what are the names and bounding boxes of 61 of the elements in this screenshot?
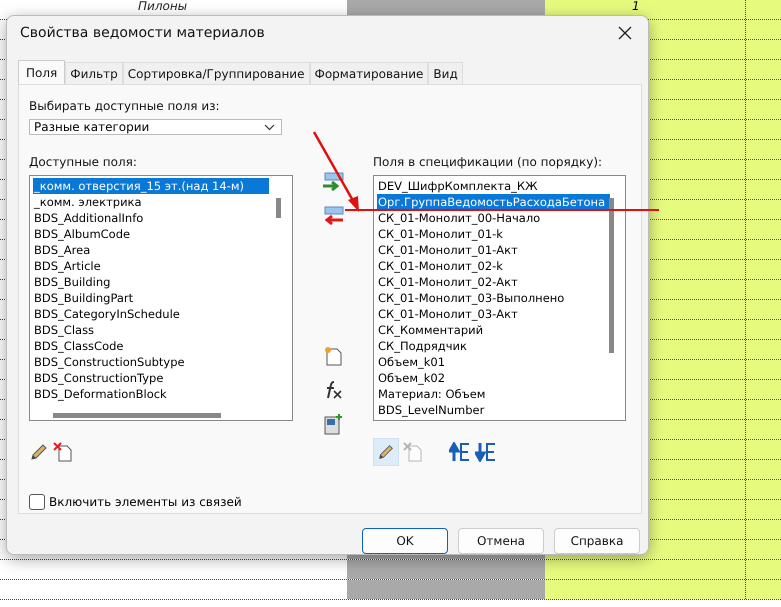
list-label: Доступные поля:: [29, 155, 138, 169]
caret-icon: [264, 124, 275, 130]
tab[interactable]: Вид: [428, 62, 463, 84]
list-item[interactable]: BDS_Article: [33, 258, 269, 274]
scrollbar-thumb[interactable]: [53, 413, 221, 418]
list-item[interactable]: СК_01-Монолит_03-Выполнено: [377, 290, 610, 306]
list-item[interactable]: Орг.ГруппаВедомостьРасходаБетона: [377, 194, 610, 210]
sheet-cell: Пилоны: [138, 0, 188, 13]
checkbox-label: Включить элементы из связей: [49, 495, 242, 509]
list-item[interactable]: BDS_BuildingPart: [33, 290, 269, 306]
dialog-button[interactable]: OK: [362, 528, 448, 554]
list-item[interactable]: BDS_DeformationBlock: [33, 386, 269, 402]
list-item[interactable]: СК_01-Монолит_02-k: [377, 258, 610, 274]
list-item[interactable]: СК_01-Монолит_01-Акт: [377, 242, 610, 258]
sheet-cell: 1: [632, 0, 640, 13]
list-item[interactable]: BDS_CategoryInSchedule: [33, 306, 269, 322]
list-item[interactable]: Материал: Объем: [377, 386, 610, 402]
move-down-icon[interactable]: [475, 442, 497, 462]
close-icon[interactable]: [618, 26, 632, 40]
pencil-icon[interactable]: [29, 442, 49, 462]
new-parameter-icon[interactable]: [322, 345, 344, 367]
list-item[interactable]: BDS_AdditionalInfo: [33, 210, 269, 226]
list-item[interactable]: СК_Подрядчик: [377, 338, 610, 354]
pencil-icon: [377, 442, 395, 462]
list-item[interactable]: BDS_Class: [33, 322, 269, 338]
list-item[interactable]: DEV_ШифрКомплекта_КЖ: [377, 178, 610, 194]
list-label: Поля в спецификации (по порядку):: [373, 155, 604, 169]
delete-document-icon[interactable]: [53, 442, 73, 462]
category-dropdown[interactable]: Разные категории: [29, 119, 282, 135]
remove-field-icon[interactable]: [322, 205, 344, 227]
list-item[interactable]: BDS_Building: [33, 274, 269, 290]
list-item[interactable]: BDS_Area: [33, 242, 269, 258]
scrollbar-thumb[interactable]: [609, 198, 614, 353]
edit-button[interactable]: [373, 438, 399, 466]
list-item[interactable]: BDS_ConstructionSubtype: [33, 354, 269, 370]
list-item[interactable]: BDS_LevelNumber: [377, 402, 610, 418]
scrollbar-thumb[interactable]: [276, 198, 281, 218]
list-item[interactable]: BDS_ConstructionType: [33, 370, 269, 386]
source-label: Выбирать доступные поля из:: [29, 99, 221, 113]
tab[interactable]: Сортировка/Группирование: [122, 62, 310, 84]
dialog-button[interactable]: Отмена: [458, 528, 544, 554]
tab[interactable]: Фильтр: [65, 62, 123, 84]
list-item[interactable]: СК_01-Монолит_03-Акт: [377, 306, 610, 322]
checkbox[interactable]: [29, 494, 45, 510]
list-item[interactable]: BDS_AlbumCode: [33, 226, 269, 242]
list-item[interactable]: Объем_k02: [377, 370, 610, 386]
list-item[interactable]: _комм. электрика: [33, 194, 269, 210]
add-field-icon[interactable]: [322, 171, 344, 193]
list-item[interactable]: BDS_ClassCode: [33, 338, 269, 354]
list-item[interactable]: _комм. отверстия_15 эт.(над 14-м): [33, 178, 269, 194]
dialog-button[interactable]: Справка: [554, 528, 640, 554]
list-item[interactable]: СК_01-Монолит_02-Акт: [377, 274, 610, 290]
window-title: Свойства ведомости материалов: [20, 24, 265, 40]
list-item[interactable]: СК_01-Монолит_01-k: [377, 226, 610, 242]
tab[interactable]: Поля: [18, 60, 66, 84]
combine-parameters-icon[interactable]: [322, 413, 344, 435]
list-item[interactable]: Объем_k01: [377, 354, 610, 370]
list-item[interactable]: СК_01-Монолит_00-Начало: [377, 210, 610, 226]
list-item[interactable]: СК_Комментарий: [377, 322, 610, 338]
move-up-icon[interactable]: [449, 442, 471, 462]
tab[interactable]: Форматирование: [310, 62, 428, 84]
